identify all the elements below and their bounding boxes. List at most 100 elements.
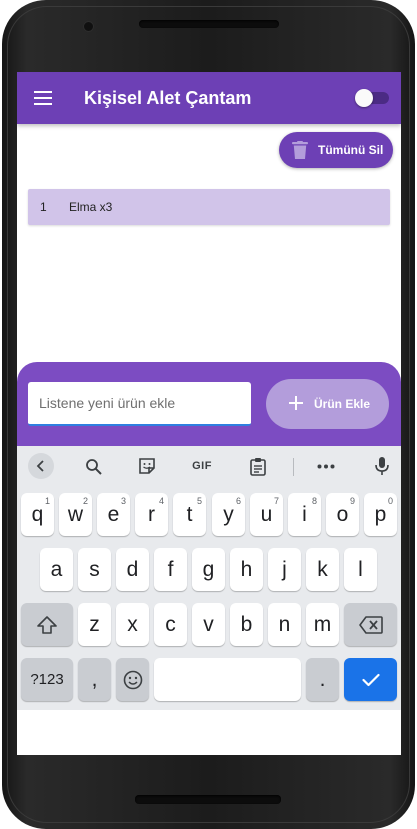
app-title: Kişisel Alet Çantam (84, 88, 252, 108)
comma-label: , (91, 668, 98, 691)
key-label: a (50, 558, 63, 581)
key-b[interactable]: b (230, 603, 263, 646)
key-label: x (127, 613, 138, 636)
key-hint: 1 (44, 496, 50, 506)
key-label: v (203, 613, 214, 636)
sticker-icon[interactable] (135, 454, 159, 478)
list-item[interactable]: 1 Elma x3 (28, 189, 390, 225)
key-label: e (107, 503, 120, 526)
key-l[interactable]: l (344, 548, 377, 591)
key-hint: 2 (82, 496, 88, 506)
key-label: y (223, 503, 234, 526)
key-h[interactable]: h (230, 548, 263, 591)
key-c[interactable]: c (154, 603, 187, 646)
key-e[interactable]: 3e (97, 493, 130, 536)
key-k[interactable]: k (306, 548, 339, 591)
app-bar: Kişisel Alet Çantam (17, 72, 401, 124)
key-r[interactable]: 4r (135, 493, 168, 536)
toggle-thumb (355, 89, 373, 107)
key-u[interactable]: 7u (250, 493, 283, 536)
key-hint: 6 (235, 496, 241, 506)
key-d[interactable]: d (116, 548, 149, 591)
enter-key[interactable] (344, 658, 397, 701)
more-icon[interactable] (314, 454, 338, 478)
earpiece-speaker (139, 20, 279, 28)
comma-key[interactable]: , (78, 658, 111, 701)
gif-label: GIF (192, 460, 212, 472)
device: Kişisel Alet Çantam Tümünü Sil 1 Elma x3 (0, 0, 417, 829)
key-i[interactable]: 8i (288, 493, 321, 536)
toolbar-divider (293, 458, 294, 476)
on-screen-keyboard: GIF 1q 2w 3e 4r 5t 6y 7u 8i 9 o 0 p a s … (17, 446, 401, 710)
gif-button[interactable]: GIF (187, 454, 217, 478)
backspace-key[interactable] (344, 603, 397, 646)
list-item-index: 1 (40, 200, 47, 214)
key-label: n (278, 613, 291, 636)
delete-all-button[interactable]: Tümünü Sil (279, 132, 393, 168)
delete-all-label: Tümünü Sil (318, 143, 384, 157)
key-label: d (126, 558, 139, 581)
add-item-button[interactable]: Ürün Ekle (266, 379, 389, 429)
key-y[interactable]: 6y (212, 493, 245, 536)
key-label: b (240, 613, 253, 636)
key-label: l (358, 558, 363, 581)
key-hint: 9 (349, 496, 355, 506)
key-hint: 5 (196, 496, 202, 506)
key-hint: 4 (158, 496, 164, 506)
shift-key[interactable] (21, 603, 73, 646)
check-icon (361, 673, 380, 686)
key-hint: 7 (273, 496, 279, 506)
key-label: k (317, 558, 328, 581)
key-label: r (148, 503, 155, 526)
key-hint: 3 (120, 496, 126, 506)
chevron-left-icon[interactable] (28, 453, 54, 479)
mic-icon[interactable] (370, 454, 394, 478)
key-q[interactable]: 1q (21, 493, 54, 536)
key-label: i (302, 503, 307, 526)
key-hint: 8 (311, 496, 317, 506)
key-w[interactable]: 2w (59, 493, 92, 536)
key-t[interactable]: 5t (173, 493, 206, 536)
key-v[interactable]: v (192, 603, 225, 646)
key-label: w (67, 503, 84, 526)
front-camera (83, 21, 94, 32)
clipboard-icon[interactable] (246, 454, 270, 478)
key-f[interactable]: f (154, 548, 187, 591)
key-o[interactable]: 9o (326, 493, 359, 536)
key-g[interactable]: g (192, 548, 225, 591)
key-label: g (202, 558, 215, 581)
key-n[interactable]: n (268, 603, 301, 646)
screen: Kişisel Alet Çantam Tümünü Sil 1 Elma x3 (17, 72, 401, 755)
key-label: c (165, 613, 176, 636)
key-label: p (374, 503, 387, 526)
symbols-key[interactable]: ?123 (21, 658, 73, 701)
key-m[interactable]: m (306, 603, 339, 646)
key-label: u (260, 503, 273, 526)
key-label: o (336, 503, 349, 526)
key-label: h (240, 558, 253, 581)
period-key[interactable]: . (306, 658, 339, 701)
key-x[interactable]: x (116, 603, 149, 646)
shift-icon (37, 615, 57, 634)
key-a[interactable]: a (40, 548, 73, 591)
emoji-key[interactable] (116, 658, 149, 701)
keyboard-toolbar: GIF (17, 446, 401, 486)
key-p[interactable]: 0p (364, 493, 397, 536)
theme-toggle[interactable] (355, 89, 389, 107)
add-item-label: Ürün Ekle (314, 397, 371, 411)
key-j[interactable]: j (268, 548, 301, 591)
bottom-speaker (135, 795, 281, 804)
new-item-field[interactable] (28, 382, 251, 426)
key-z[interactable]: z (78, 603, 111, 646)
space-key[interactable] (154, 658, 301, 701)
menu-icon[interactable] (34, 91, 52, 105)
key-label: t (186, 503, 193, 526)
trash-icon (292, 141, 308, 159)
search-icon[interactable] (81, 454, 105, 478)
new-item-input[interactable] (28, 382, 251, 424)
list-item-text: Elma x3 (69, 200, 113, 214)
key-s[interactable]: s (78, 548, 111, 591)
key-label: j (282, 558, 287, 581)
backspace-icon (358, 615, 383, 634)
key-label: s (89, 558, 100, 581)
